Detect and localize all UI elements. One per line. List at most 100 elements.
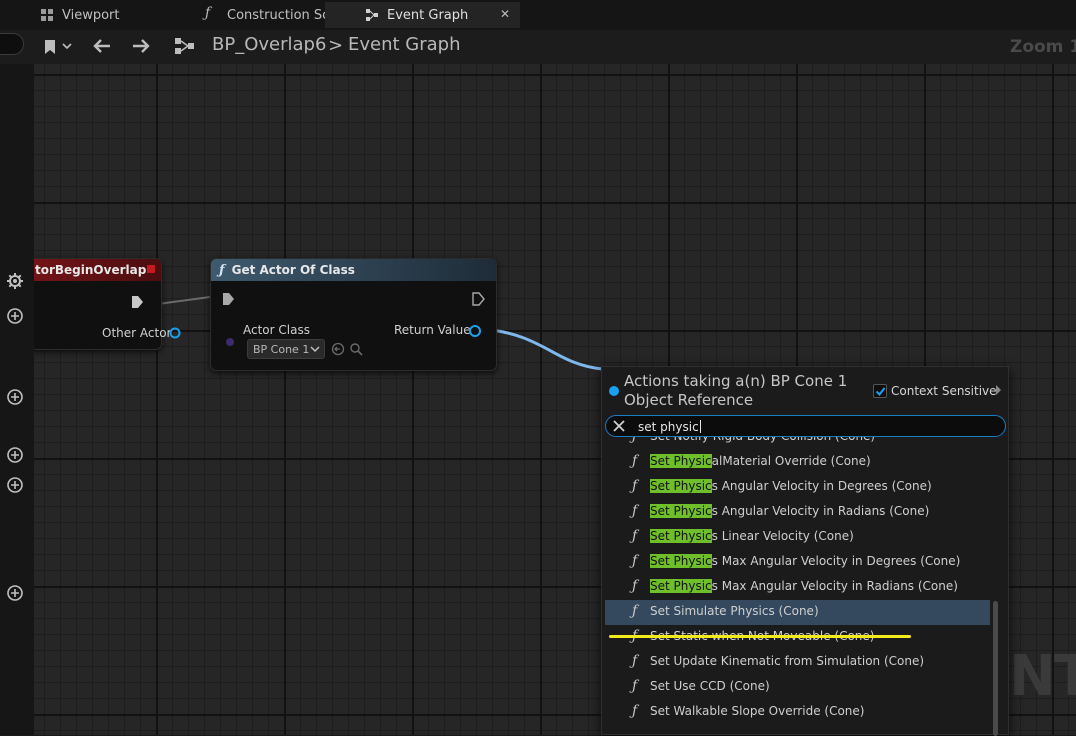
- function-icon: ƒ: [219, 262, 225, 278]
- pin-label-actor-class: Actor Class: [243, 323, 310, 337]
- action-result-text: Set Walkable Slope Override (Cone): [650, 704, 865, 718]
- browse-search-icon[interactable]: [349, 342, 363, 356]
- action-results-list: ƒSet Notify Rigid Body Collision (Cone)ƒ…: [605, 437, 990, 736]
- expand-arrow-icon[interactable]: [996, 385, 1001, 395]
- event-graph-icon: [366, 9, 378, 21]
- function-icon: ƒ: [632, 478, 638, 494]
- chevron-down-icon[interactable]: [62, 43, 72, 51]
- action-result-text: Set Simulate Physics (Cone): [650, 604, 819, 618]
- action-result-text: Set Notify Rigid Body Collision (Cone): [650, 437, 875, 443]
- zoom-label: Zoom 1:1: [1010, 37, 1076, 57]
- action-search-input[interactable]: [638, 418, 978, 435]
- action-result-item[interactable]: ƒ Set Use CCD (Cone): [605, 675, 990, 700]
- function-icon: ƒ: [632, 503, 638, 519]
- action-result-text: s Angular Velocity in Degrees (Cone): [711, 479, 932, 493]
- use-selected-arrow-icon[interactable]: [331, 342, 345, 356]
- function-icon: ƒ: [632, 578, 638, 594]
- context-sensitive-label[interactable]: Context Sensitive: [891, 384, 997, 398]
- action-search-box: [605, 415, 1006, 437]
- annotation-underline: [609, 635, 911, 638]
- action-result-label: Set PhysicalMaterial Override (Cone): [650, 454, 871, 468]
- exec-wire: [157, 296, 211, 305]
- object-output-pin-icon[interactable]: [468, 324, 482, 338]
- back-arrow-icon[interactable]: [92, 38, 112, 54]
- pin-label-other-actor: Other Actor: [102, 326, 172, 340]
- action-result-item[interactable]: ƒ Set Update Kinematic from Simulation (C…: [605, 650, 990, 675]
- action-result-item[interactable]: ƒ Set PhysicalMaterial Override (Cone): [605, 450, 990, 475]
- search-match-highlight: Set Physic: [650, 554, 712, 568]
- breadcrumb-blueprint[interactable]: BP_Overlap6: [212, 34, 326, 55]
- object-type-dot-icon: [609, 386, 619, 396]
- action-result-item[interactable]: ƒ Set Physics Angular Velocity in Degrees…: [605, 475, 990, 500]
- action-result-label: Set Physics Angular Velocity in Degrees …: [650, 479, 932, 493]
- pin-label-return-value: Return Value: [394, 323, 471, 337]
- graph-nodes-icon: [175, 38, 194, 54]
- action-result-label: Set Use CCD (Cone): [650, 679, 770, 693]
- function-node-get-actor-of-class[interactable]: ƒ Get Actor Of Class Actor Class BP Cone…: [210, 258, 497, 371]
- tab-event-graph[interactable]: Event Graph ✕: [325, 2, 520, 28]
- tab-viewport[interactable]: Viewport: [0, 2, 190, 28]
- bookmark-icon[interactable]: [44, 39, 56, 55]
- exec-output-pin-icon[interactable]: [471, 292, 485, 306]
- context-sensitive-checkbox[interactable]: [873, 384, 887, 398]
- menu-title: Actions taking a(n) BP Cone 1 Object Ref…: [624, 372, 848, 409]
- chevron-down-icon: [310, 346, 320, 353]
- function-icon: ƒ: [632, 703, 638, 719]
- forward-arrow-icon[interactable]: [131, 38, 151, 54]
- node-title: torBeginOverlap: [34, 259, 161, 281]
- settings-gear-icon[interactable]: [6, 272, 24, 290]
- clear-search-icon[interactable]: [612, 419, 626, 433]
- close-icon[interactable]: ✕: [500, 7, 510, 21]
- action-result-item[interactable]: ƒ Set Physics Max Angular Velocity in Deg…: [605, 550, 990, 575]
- action-result-item[interactable]: ƒ Set Physics Max Angular Velocity in Rad…: [605, 575, 990, 600]
- search-match-highlight: Set Physic: [650, 579, 712, 593]
- left-side-panel: [0, 64, 34, 735]
- action-result-item[interactable]: ƒ Set Physics Angular Velocity in Radians…: [605, 500, 990, 525]
- action-result-label: Set Update Kinematic from Simulation (Co…: [650, 654, 924, 668]
- add-circle-icon[interactable]: [6, 307, 24, 325]
- checkmark-icon: [875, 387, 886, 397]
- action-result-item[interactable]: ƒ Set Physics Linear Velocity (Cone): [605, 525, 990, 550]
- actor-class-value: BP Cone 1: [253, 343, 310, 356]
- action-result-item[interactable]: ƒ Set Notify Rigid Body Collision (Cone): [605, 437, 990, 450]
- graph-toolbar: [0, 30, 1076, 64]
- object-wire: [481, 327, 603, 371]
- object-output-pin-icon[interactable]: [169, 327, 181, 339]
- action-result-item[interactable]: ƒ Set Simulate Physics (Cone): [605, 600, 990, 625]
- tab-bar: Viewport ƒ Construction Scr... Event Gra…: [0, 0, 1076, 30]
- actor-class-select[interactable]: BP Cone 1: [247, 339, 325, 359]
- class-pin-icon[interactable]: [226, 338, 234, 346]
- add-circle-icon[interactable]: [6, 446, 24, 464]
- function-icon: ƒ: [632, 678, 638, 694]
- add-circle-icon[interactable]: [6, 476, 24, 494]
- search-pill[interactable]: [0, 33, 24, 55]
- search-match-highlight: Set Physic: [650, 454, 712, 468]
- add-circle-icon[interactable]: [6, 584, 24, 602]
- action-result-label: Set Simulate Physics (Cone): [650, 604, 819, 618]
- action-result-text: s Max Angular Velocity in Radians (Cone): [711, 579, 958, 593]
- add-circle-icon[interactable]: [6, 388, 24, 406]
- action-result-text: alMaterial Override (Cone): [711, 454, 871, 468]
- function-icon: ƒ: [205, 5, 211, 21]
- function-icon: ƒ: [632, 653, 638, 669]
- action-context-menu: Actions taking a(n) BP Cone 1 Object Ref…: [601, 366, 1009, 736]
- function-icon: ƒ: [632, 453, 638, 469]
- results-scrollbar-thumb[interactable]: [993, 601, 998, 736]
- search-match-highlight: Set Physic: [650, 479, 712, 493]
- search-match-highlight: Set Physic: [650, 529, 712, 543]
- exec-input-pin-icon[interactable]: [221, 292, 235, 306]
- action-result-text: s Angular Velocity in Radians (Cone): [711, 504, 930, 518]
- event-node-actor-begin-overlap[interactable]: torBeginOverlap Other Actor: [34, 258, 181, 350]
- action-result-item[interactable]: ƒ Set Walkable Slope Override (Cone): [605, 700, 990, 725]
- function-icon: ƒ: [632, 437, 637, 444]
- breadcrumb-graph: Event Graph: [348, 34, 461, 55]
- action-result-label: Set Physics Angular Velocity in Radians …: [650, 504, 929, 518]
- action-result-text: Set Use CCD (Cone): [650, 679, 770, 693]
- exec-output-pin-icon[interactable]: [130, 295, 144, 309]
- node-title: ƒ Get Actor Of Class: [211, 259, 496, 281]
- action-result-text: s Linear Velocity (Cone): [711, 529, 854, 543]
- action-result-text: s Max Angular Velocity in Degrees (Cone): [711, 554, 961, 568]
- action-result-label: Set Physics Linear Velocity (Cone): [650, 529, 854, 543]
- delegate-pin-icon[interactable]: [147, 265, 155, 273]
- tab-label: Viewport: [62, 7, 120, 23]
